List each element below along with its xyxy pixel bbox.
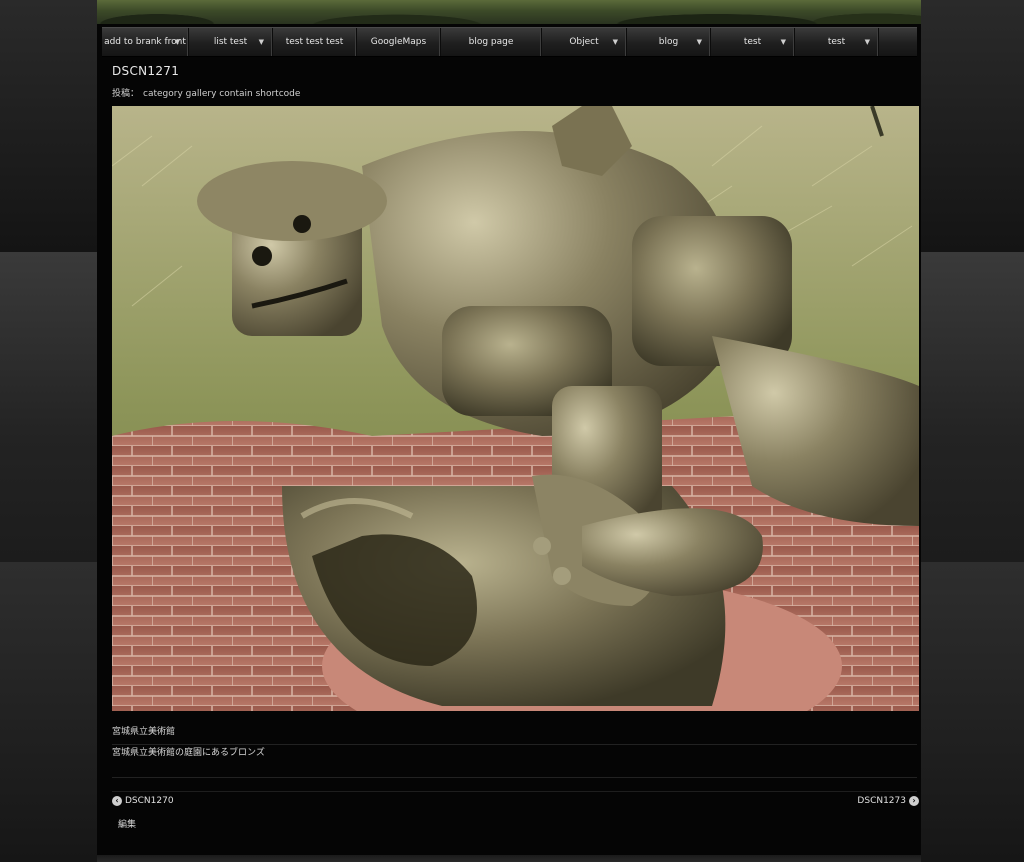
nav-item-blog-page[interactable]: blog page	[441, 28, 542, 56]
main-navigation: add to brank front ▼ list test ▼ test te…	[102, 27, 917, 57]
image-description: 宮城県立美術館の庭園にあるブロンズ	[112, 745, 917, 778]
nav-item-label: GoogleMaps	[370, 37, 427, 47]
bronze-robot-sculpture-photo	[112, 106, 919, 711]
category-link[interactable]: category gallery contain shortcode	[143, 89, 300, 99]
nav-item-googlemaps[interactable]: GoogleMaps	[357, 28, 441, 56]
nav-item-add-to-brank-front[interactable]: add to brank front ▼	[102, 28, 189, 56]
post-meta: 投稿： category gallery contain shortcode	[112, 86, 300, 99]
chevron-down-icon: ▼	[780, 38, 786, 46]
nav-item-test-2[interactable]: test ▼	[795, 28, 879, 56]
nav-item-label: test	[743, 37, 762, 47]
chevron-right-circle-icon: ›	[909, 796, 919, 806]
page-title: DSCN1271	[112, 64, 180, 78]
image-caption: 宮城県立美術館	[112, 724, 917, 745]
nav-item-label: list test	[213, 37, 248, 47]
nav-item-object[interactable]: Object ▼	[542, 28, 627, 56]
edit-link[interactable]: 編集	[118, 817, 136, 830]
header-image	[97, 0, 921, 24]
content-wrapper: add to brank front ▼ list test ▼ test te…	[97, 0, 921, 862]
chevron-down-icon: ▼	[696, 38, 702, 46]
post-meta-prefix: 投稿：	[112, 89, 140, 99]
nav-item-test-test-test[interactable]: test test test	[273, 28, 357, 56]
prev-image-label: DSCN1270	[125, 796, 174, 806]
next-image-label: DSCN1273	[857, 796, 906, 806]
nav-item-blog[interactable]: blog ▼	[627, 28, 711, 56]
pager-divider	[112, 791, 917, 792]
nav-item-list-test[interactable]: list test ▼	[189, 28, 273, 56]
footer-bar	[97, 855, 921, 862]
chevron-down-icon: ▼	[174, 38, 180, 46]
nav-item-label: blog page	[468, 37, 514, 47]
chevron-left-circle-icon: ‹	[112, 796, 122, 806]
nav-item-label: Object	[569, 37, 599, 47]
chevron-down-icon: ▼	[258, 38, 264, 46]
chevron-down-icon: ▼	[612, 38, 618, 46]
attachment-image[interactable]	[112, 106, 919, 711]
next-image-link[interactable]: DSCN1273 ›	[857, 796, 919, 806]
nav-item-test[interactable]: test ▼	[711, 28, 795, 56]
chevron-down-icon: ▼	[864, 38, 870, 46]
nav-item-label: test test test	[285, 37, 344, 47]
prev-image-link[interactable]: ‹ DSCN1270	[112, 796, 174, 806]
nav-item-label: test	[827, 37, 846, 47]
nav-item-label: blog	[658, 37, 679, 47]
